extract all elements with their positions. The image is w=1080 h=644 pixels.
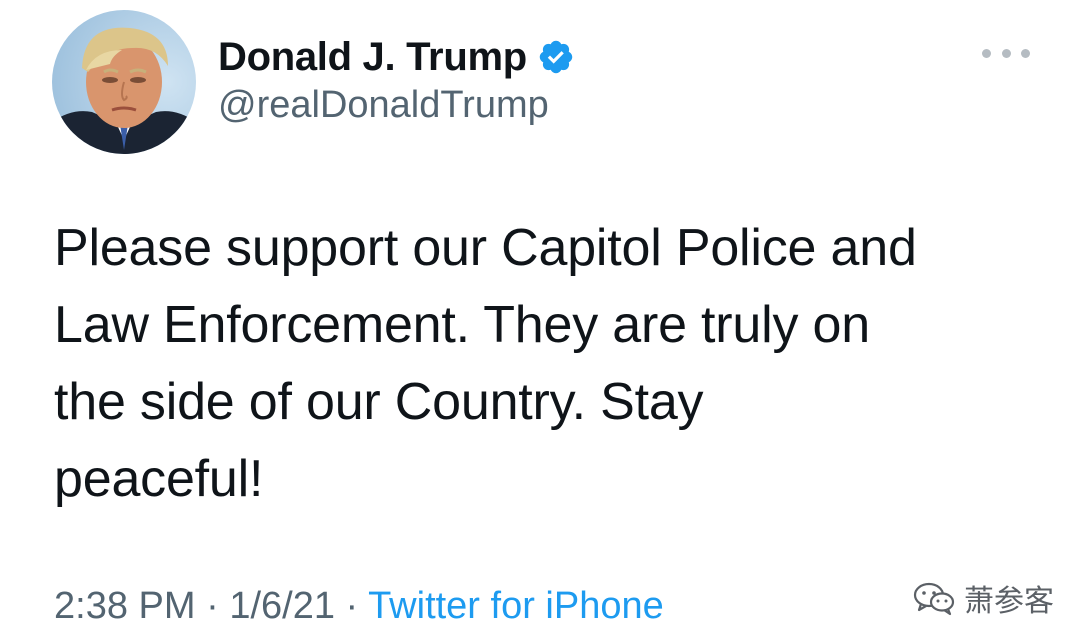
more-dots-icon [1001,48,1011,58]
watermark: 萧参客 [912,578,1054,619]
more-dots-icon [982,48,991,58]
tweet-meta: 2:38 PM · 1/6/21 · Twitter for iPhone [54,582,664,630]
watermark-text: 萧参客 [964,584,1054,619]
author-handle[interactable]: @realDonaldTrump [218,84,549,127]
wechat-icon [912,580,956,616]
more-options-button[interactable] [982,38,1030,68]
more-dots-icon [1021,48,1030,58]
author-name-row[interactable]: Donald J. Trump [218,28,575,86]
meta-separator: · [206,585,230,627]
tweet-date[interactable]: 1/6/21 [229,585,335,627]
tweet-source-link[interactable]: Twitter for iPhone [368,585,664,627]
display-name[interactable]: Donald J. Trump [218,35,527,80]
tweet-text: Please support our Capitol Police and La… [54,219,917,508]
tweet-time[interactable]: 2:38 PM [54,585,196,627]
avatar[interactable] [52,10,196,154]
tweet-card: Donald J. Trump @realDonaldTrump Please … [0,0,1080,644]
verified-badge-icon [537,38,575,76]
meta-separator: · [345,585,369,627]
